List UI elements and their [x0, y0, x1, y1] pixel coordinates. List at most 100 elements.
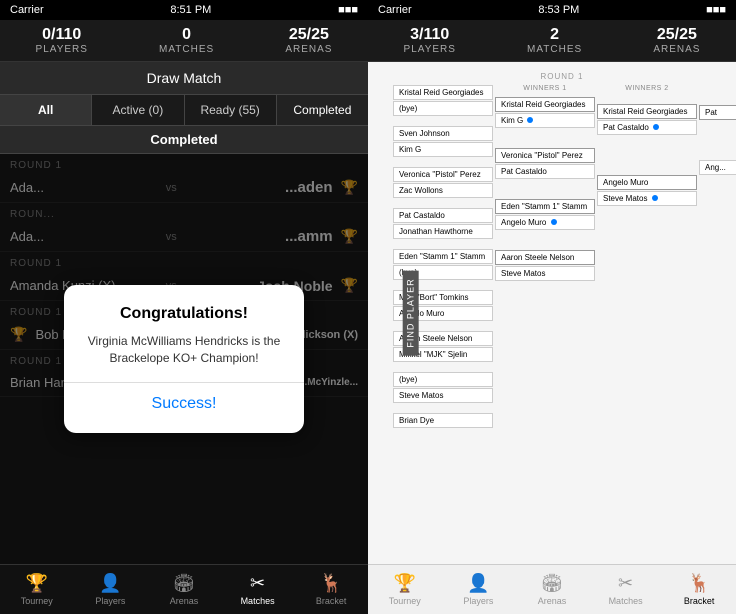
- popup-title: Congratulations!: [84, 305, 284, 323]
- w1-match-2: Veronica "Pistol" Perez Pat Castaldo: [495, 148, 595, 179]
- bracket-player-2b: Kim G: [393, 142, 493, 157]
- nav-bracket-label-left: Bracket: [316, 596, 347, 606]
- bracket-player-2a: Sven Johnson: [393, 126, 493, 141]
- find-player-tab[interactable]: FIND PLAYER: [403, 270, 419, 355]
- top-stats-left: 0/110 PLAYERS 0 MATCHES 25/25 ARENAS: [0, 20, 368, 62]
- stat-arenas-label-right: ARENAS: [653, 44, 700, 55]
- tourney-icon-right: 🏆: [394, 573, 416, 594]
- stat-players-right: 3/110 PLAYERS: [404, 26, 456, 55]
- bracket-player-8b: Steve Matos: [393, 388, 493, 403]
- nav-players-left[interactable]: 👤 Players: [74, 569, 148, 610]
- stat-matches-label-left: MATCHES: [159, 44, 214, 55]
- w2-player-2b: Steve Matos: [597, 191, 697, 206]
- nav-arenas-right[interactable]: 🏟 Arenas: [515, 569, 589, 610]
- filter-tabs: All Active (0) Ready (55) Completed: [0, 95, 368, 126]
- winners1-column: Kristal Reid Georgiades Kim G Veronica "…: [495, 94, 595, 287]
- bracket-player-8a: (bye): [393, 372, 493, 387]
- nav-matches-label-right: Matches: [609, 596, 643, 606]
- bracket-match-4: Pat Castaldo Jonathan Hawthorne: [393, 208, 493, 239]
- popup-overlay: Congratulations! Virginia McWilliams Hen…: [0, 154, 368, 564]
- nav-tourney-label-left: Tourney: [21, 596, 53, 606]
- nav-tourney-right[interactable]: 🏆 Tourney: [368, 569, 442, 610]
- matches-icon-left: ✂: [250, 573, 265, 594]
- tab-active[interactable]: Active (0): [92, 95, 184, 125]
- winners1-section: WINNERS 1 Kristal Reid Georgiades Kim G …: [495, 85, 595, 287]
- congratulations-popup: Congratulations! Virginia McWilliams Hen…: [64, 285, 304, 434]
- draw-match-header: Draw Match: [0, 62, 368, 95]
- bracket-match-8: (bye) Steve Matos: [393, 372, 493, 403]
- time-right: 8:53 PM: [538, 4, 579, 16]
- nav-matches-left[interactable]: ✂ Matches: [221, 569, 295, 610]
- bracket-round1-column: Kristal Reid Georgiades (bye) Sven Johns…: [393, 85, 493, 434]
- popup-body: Virginia McWilliams Hendricks is the Bra…: [84, 333, 284, 367]
- battery-right: ■■■: [706, 4, 726, 16]
- phone-left: Carrier 8:51 PM ■■■ 0/110 PLAYERS 0 MATC…: [0, 0, 368, 614]
- bracket-player-3b: Zac Wollons: [393, 183, 493, 198]
- final-column: Pat Ang...: [699, 105, 736, 175]
- w2-player-2a: Angelo Muro: [597, 175, 697, 190]
- w1-match-3: Eden "Stamm 1" Stamm Angelo Muro: [495, 199, 595, 230]
- carrier-left: Carrier: [10, 4, 44, 16]
- bracket-match-3: Veronica "Pistol" Perez Zac Wollons: [393, 167, 493, 198]
- w1-match-4: Aaron Steele Nelson Steve Matos: [495, 250, 595, 281]
- round1-label: ROUND 1: [393, 72, 731, 81]
- arenas-icon-right: 🏟: [541, 573, 564, 594]
- final-player: Pat: [699, 105, 736, 120]
- bracket-player-3a: Veronica "Pistol" Perez: [393, 167, 493, 182]
- w2-match-2: Angelo Muro Steve Matos: [597, 175, 697, 206]
- stat-players-number-left: 0/110: [36, 26, 88, 44]
- nav-bracket-right[interactable]: 🦌 Bracket: [662, 569, 736, 610]
- tab-all[interactable]: All: [0, 95, 92, 125]
- bracket-wrapper: Kristal Reid Georgiades (bye) Sven Johns…: [393, 85, 731, 434]
- bracket-match-2: Sven Johnson Kim G: [393, 126, 493, 157]
- stat-matches-left: 0 MATCHES: [159, 26, 214, 55]
- nav-arenas-label-left: Arenas: [170, 596, 199, 606]
- w1-player-1b: Kim G: [495, 113, 595, 128]
- w1-player-3a: Eden "Stamm 1" Stamm: [495, 199, 595, 214]
- w1-player-2b: Pat Castaldo: [495, 164, 595, 179]
- w1-player-2a: Veronica "Pistol" Perez: [495, 148, 595, 163]
- stat-matches-right: 2 MATCHES: [527, 26, 582, 55]
- bracket-player-1a: Kristal Reid Georgiades: [393, 85, 493, 100]
- winners2-column: Kristal Reid Georgiades Pat Castaldo Ang…: [597, 94, 697, 212]
- bottom-nav-left: 🏆 Tourney 👤 Players 🏟 Arenas ✂ Matches 🦌…: [0, 564, 368, 614]
- bracket-match-9: Brian Dye: [393, 413, 493, 428]
- time-left: 8:51 PM: [170, 4, 211, 16]
- popup-success-button[interactable]: Success!: [84, 383, 284, 413]
- tab-completed[interactable]: Completed: [277, 95, 368, 125]
- stat-matches-number-right: 2: [527, 26, 582, 44]
- bracket-player-4a: Pat Castaldo: [393, 208, 493, 223]
- completed-section-header: Completed: [0, 126, 368, 154]
- matches-icon-right: ✂: [618, 573, 633, 594]
- nav-arenas-label-right: Arenas: [538, 596, 567, 606]
- stat-arenas-right: 25/25 ARENAS: [653, 26, 700, 55]
- w1-player-3b: Angelo Muro: [495, 215, 595, 230]
- nav-players-label-right: Players: [463, 596, 493, 606]
- nav-bracket-left[interactable]: 🦌 Bracket: [294, 569, 368, 610]
- stat-players-left: 0/110 PLAYERS: [36, 26, 88, 55]
- nav-matches-right[interactable]: ✂ Matches: [589, 569, 663, 610]
- nav-arenas-left[interactable]: 🏟 Arenas: [147, 569, 221, 610]
- status-bar-right: Carrier 8:53 PM ■■■: [368, 0, 736, 20]
- bracket-icon-left: 🦌: [320, 573, 342, 594]
- tourney-icon-left: 🏆: [26, 573, 48, 594]
- bracket-player-5a: Eden "Stamm 1" Stamm: [393, 249, 493, 264]
- w1-player-4b: Steve Matos: [495, 266, 595, 281]
- nav-players-right[interactable]: 👤 Players: [442, 569, 516, 610]
- blue-dot-3: [653, 124, 659, 130]
- bottom-nav-right: 🏆 Tourney 👤 Players 🏟 Arenas ✂ Matches 🦌…: [368, 564, 736, 614]
- blue-dot-1: [527, 117, 533, 123]
- nav-bracket-label-right: Bracket: [684, 596, 715, 606]
- nav-tourney-left[interactable]: 🏆 Tourney: [0, 569, 74, 610]
- match-list: ROUND 1 Ada... vs ...aden 🏆 ROUN... Ada.…: [0, 154, 368, 564]
- w2-player-1b: Pat Castaldo: [597, 120, 697, 135]
- nav-matches-label-left: Matches: [241, 596, 275, 606]
- stat-arenas-number-right: 25/25: [653, 26, 700, 44]
- bracket-content: ROUND 1 Kristal Reid Georgiades (bye) Sv…: [388, 62, 736, 564]
- tab-ready[interactable]: Ready (55): [185, 95, 277, 125]
- winners1-title: WINNERS 1: [495, 85, 595, 92]
- stat-arenas-label-left: ARENAS: [285, 44, 332, 55]
- stat-matches-label-right: MATCHES: [527, 44, 582, 55]
- battery-left: ■■■: [338, 4, 358, 16]
- w1-player-1a: Kristal Reid Georgiades: [495, 97, 595, 112]
